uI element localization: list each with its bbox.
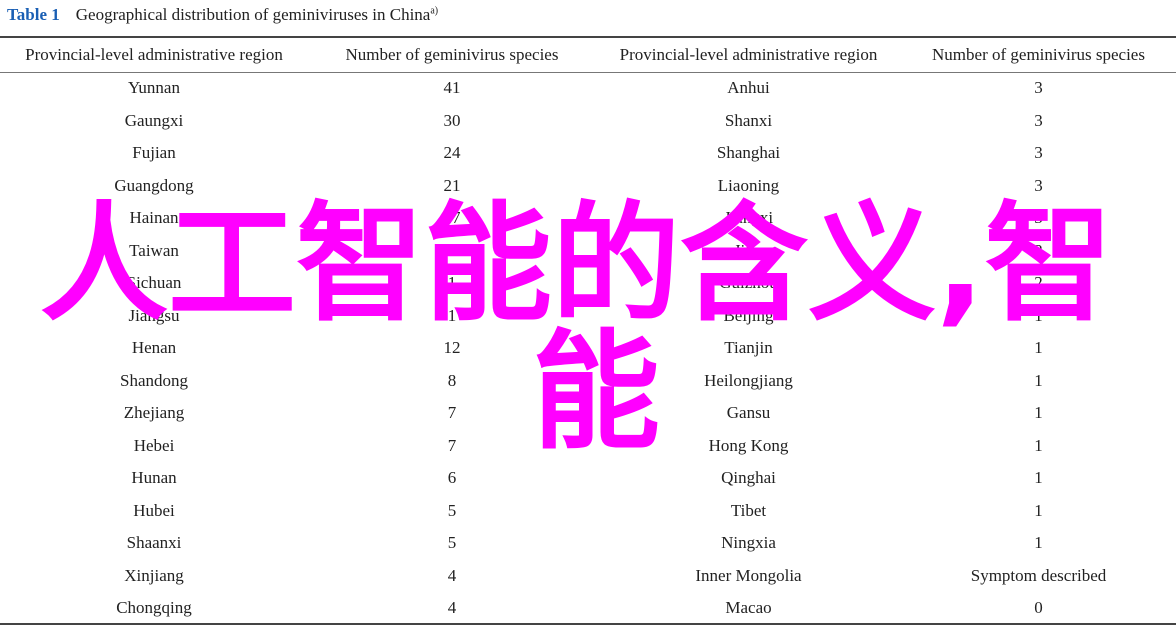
count-cell: 4 xyxy=(447,565,457,585)
count-cell: Symptom described xyxy=(970,565,1107,585)
table-title: Geographical distribution of geminivirus… xyxy=(75,5,431,24)
region-cell: Tianjin xyxy=(724,338,773,358)
count-cell: 6 xyxy=(447,468,457,488)
region-cell: Gaungxi xyxy=(124,110,184,130)
bottom-rule xyxy=(0,623,1176,625)
region-cell: Fujian xyxy=(132,143,176,163)
region-cell: Hainan xyxy=(129,208,179,228)
table-row: Fujian 24 Shanghai 3 xyxy=(0,137,1176,170)
region-cell: Shaanxi xyxy=(126,533,182,553)
header-count-2: Number of geminivirus species xyxy=(932,45,1145,64)
table-row: Shandong 8 Heilongjiang 1 xyxy=(0,365,1176,398)
count-cell: 1 xyxy=(1034,435,1043,455)
region-cell: Macao xyxy=(725,598,772,618)
table-row: Xinjiang 4 Inner Mongolia Symptom described xyxy=(0,560,1176,593)
region-cell: Tibet xyxy=(730,500,767,520)
region-cell: Guangdong xyxy=(114,175,194,195)
region-cell: Hebei xyxy=(133,435,175,455)
table-row: Chongqing 4 Macao 0 xyxy=(0,592,1176,625)
region-cell: Taiwan xyxy=(129,240,179,260)
count-cell: 21 xyxy=(443,175,461,195)
table-row: Hubei 5 Tibet 1 xyxy=(0,495,1176,528)
count-cell: 3 xyxy=(1034,175,1043,195)
count-cell: 5 xyxy=(447,500,457,520)
header-region-2: Provincial-level administrative region xyxy=(619,45,878,64)
count-cell: 1 xyxy=(447,273,457,293)
region-cell: Chongqing xyxy=(116,598,192,618)
region-cell: Gansu xyxy=(726,403,771,423)
region-cell: Hubei xyxy=(133,500,175,520)
region-cell: Hunan xyxy=(131,468,177,488)
count-cell: 7 xyxy=(447,403,457,423)
table-row: Taiwan 17 Jilin 2 xyxy=(0,235,1176,268)
count-cell: 1 xyxy=(447,305,457,325)
count-cell: 2 xyxy=(1034,273,1043,293)
table-row: Guangdong 21 Liaoning 3 xyxy=(0,170,1176,203)
count-cell: 2 xyxy=(1034,240,1043,260)
region-cell: Shanghai xyxy=(716,143,781,163)
region-cell: Jiangsu xyxy=(128,305,180,325)
count-cell: 30 xyxy=(443,110,461,130)
table-row: Yunnan 41 Anhui 3 xyxy=(0,72,1176,105)
region-cell: Sichuan xyxy=(126,273,182,293)
table-row: Sichuan 1 Guizhou 2 xyxy=(0,267,1176,300)
count-cell: 17 xyxy=(443,240,461,260)
table-row: Hainan 17 Jiangxi 3 xyxy=(0,202,1176,235)
count-cell: 1 xyxy=(1034,338,1043,358)
table-label: Table 1 xyxy=(7,5,60,24)
header-region-1: Provincial-level administrative region xyxy=(25,45,283,64)
table-row: Jiangsu 1 Beijing 1 xyxy=(0,300,1176,333)
count-cell: 3 xyxy=(1034,110,1043,130)
table-row: Henan 12 Tianjin 1 xyxy=(0,332,1176,365)
region-cell: Liaoning xyxy=(717,175,780,195)
region-cell: Henan xyxy=(131,338,177,358)
table-row: Zhejiang 7 Gansu 1 xyxy=(0,397,1176,430)
region-cell: Hong Kong xyxy=(708,435,789,455)
count-cell: 1 xyxy=(1034,533,1043,553)
count-cell: 4 xyxy=(447,598,457,618)
table-row: Shaanxi 5 Ningxia 1 xyxy=(0,527,1176,560)
count-cell: 5 xyxy=(447,533,457,553)
region-cell: Jilin xyxy=(733,240,764,260)
table-row: Gaungxi 30 Shanxi 3 xyxy=(0,105,1176,138)
region-cell: Jiangxi xyxy=(723,208,774,228)
count-cell: 1 xyxy=(1034,500,1043,520)
region-cell: Shanxi xyxy=(724,110,773,130)
count-cell: 24 xyxy=(443,143,461,163)
count-cell: 8 xyxy=(447,370,457,390)
count-cell: 3 xyxy=(1034,208,1043,228)
region-cell: Heilongjiang xyxy=(704,370,793,390)
count-cell: 7 xyxy=(447,435,457,455)
region-cell: Yunnan xyxy=(128,78,180,98)
region-cell: Ningxia xyxy=(721,533,776,553)
geminivirus-table: Provincial-level administrative region N… xyxy=(0,38,1176,625)
region-cell: Shandong xyxy=(120,370,188,390)
count-cell: 3 xyxy=(1034,78,1043,98)
count-cell: 1 xyxy=(1034,403,1043,423)
region-cell: Anhui xyxy=(727,78,770,98)
region-cell: Inner Mongolia xyxy=(695,565,802,585)
footnote-mark: a) xyxy=(430,5,439,17)
table-row: Hebei 7 Hong Kong 1 xyxy=(0,430,1176,463)
region-cell: Zhejiang xyxy=(123,403,185,423)
region-cell: Qinghai xyxy=(721,468,776,488)
count-cell: 3 xyxy=(1034,143,1043,163)
count-cell: 17 xyxy=(443,208,461,228)
count-cell: 41 xyxy=(443,78,461,98)
region-cell: Xinjiang xyxy=(124,565,184,585)
header-count-1: Number of geminivirus species xyxy=(345,45,559,64)
count-cell: 1 xyxy=(1034,305,1043,325)
count-cell: 0 xyxy=(1034,598,1043,618)
count-cell: 1 xyxy=(1034,370,1043,390)
region-cell: Guizhou xyxy=(719,273,778,293)
count-cell: 12 xyxy=(443,338,461,358)
table-row: Hunan 6 Qinghai 1 xyxy=(0,462,1176,495)
table-body: Yunnan 41 Anhui 3 Gaungxi 30 Shanxi 3 Fujian 24 Sh… xyxy=(0,72,1176,625)
table-caption: Table 1 Geographical distribution of gemi… xyxy=(7,5,438,25)
header-row: Provincial-level administrative region N… xyxy=(0,38,1176,72)
count-cell: 1 xyxy=(1034,468,1043,488)
region-cell: Beijing xyxy=(723,305,774,325)
